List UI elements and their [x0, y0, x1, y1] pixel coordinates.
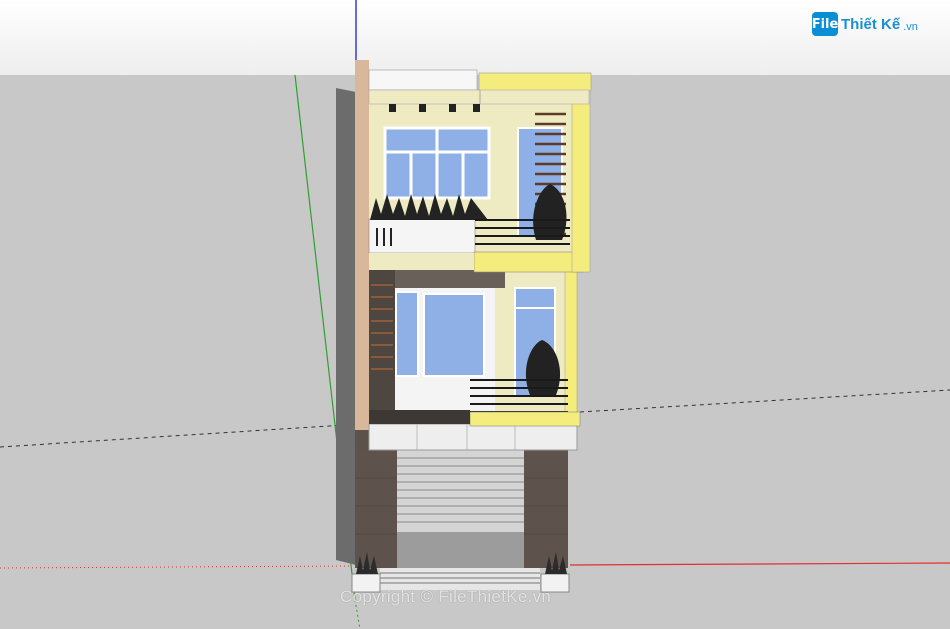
logo-mark: File	[812, 12, 838, 36]
floor3-accent-frame	[571, 89, 591, 273]
rolling-shutter	[397, 450, 524, 532]
stone-pier-right	[524, 450, 568, 568]
stone-pier-left	[355, 450, 397, 568]
side-edge-pillar	[355, 60, 369, 430]
brand-logo: File Thiết Kế .vn	[812, 12, 918, 36]
floor2-slab	[395, 270, 505, 288]
side-wall	[336, 88, 356, 565]
red-axis	[569, 562, 950, 566]
floor2-accent-frame	[564, 269, 578, 421]
floor2-stair-gap	[369, 270, 395, 424]
floor3-floor-band	[369, 253, 474, 270]
copyright-watermark: Copyright © FileThietKe.vn	[340, 587, 552, 606]
roof-fascia	[368, 89, 590, 105]
guide-line-right	[579, 389, 950, 413]
house-model[interactable]	[0, 0, 950, 629]
floor2-window-large	[423, 293, 485, 377]
roof-parapet-yellow	[478, 72, 592, 92]
3d-viewport[interactable]: File Thiết Kế .vn Copyright © FileThietK…	[0, 0, 950, 629]
canopy-band	[368, 423, 578, 451]
floor2-window-small	[395, 291, 419, 377]
logo-suffix: .vn	[903, 21, 918, 33]
floor3-balcony-slab	[473, 251, 585, 273]
shutter-opening	[397, 532, 524, 568]
guide-line-left	[0, 423, 361, 448]
floor2-floor-strip	[369, 410, 470, 424]
roof-parapet-white	[368, 69, 478, 91]
logo-name: Thiết Kế	[841, 15, 901, 33]
floor2-balcony-slab	[469, 411, 581, 427]
red-axis-dotted	[0, 565, 351, 569]
